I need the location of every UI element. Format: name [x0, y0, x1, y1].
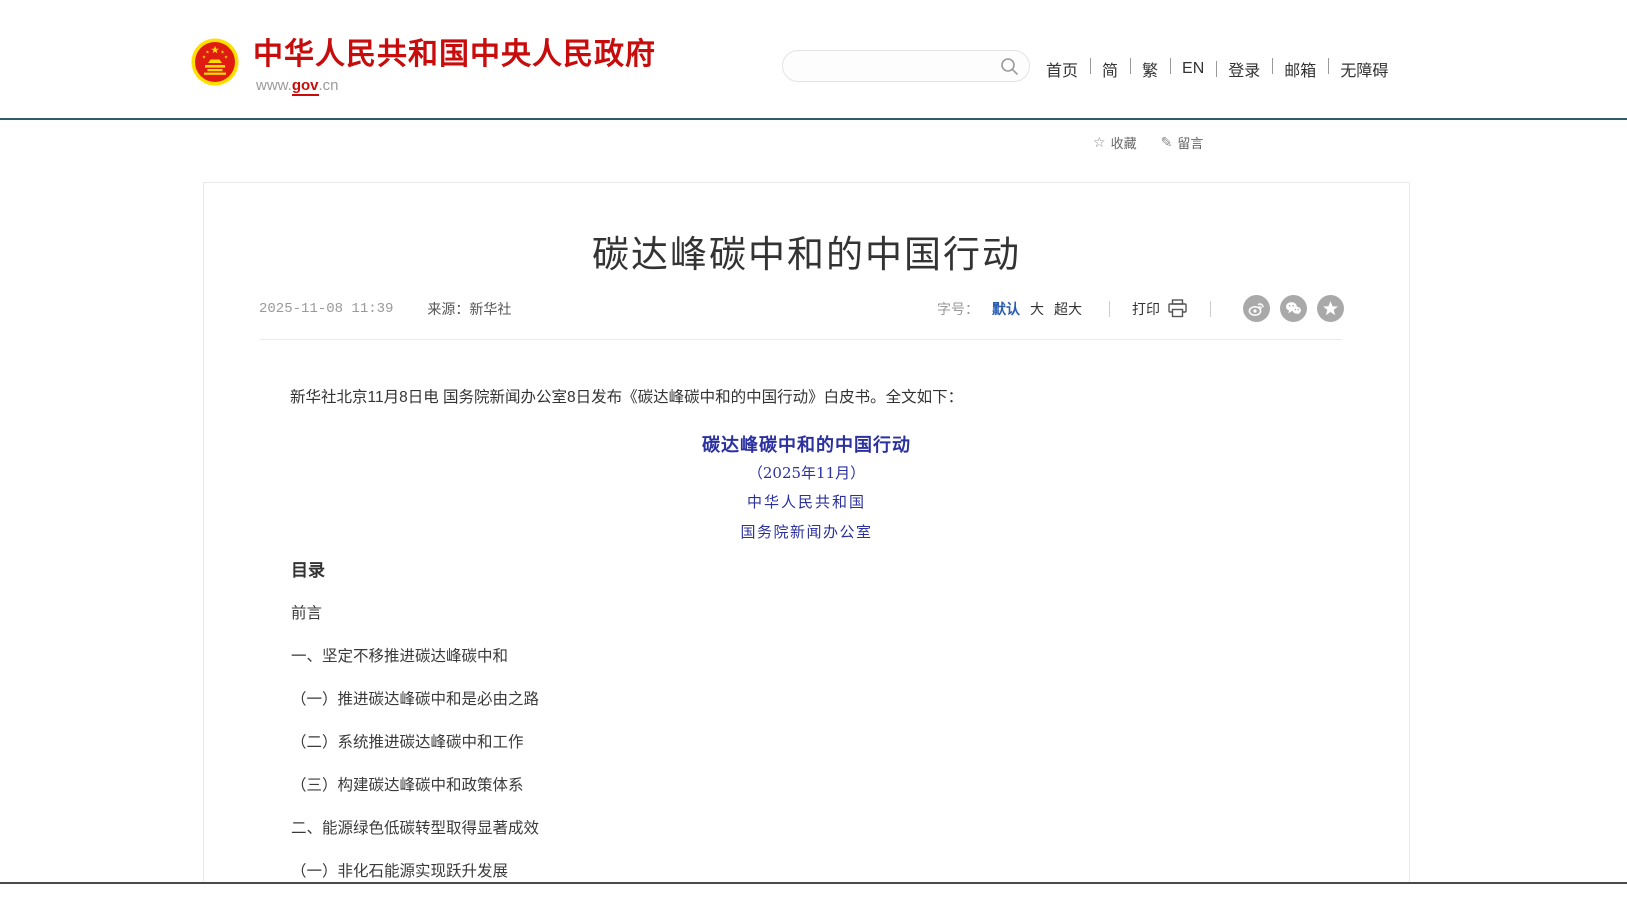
url-cn: .cn	[319, 77, 339, 94]
article-title: 碳达峰碳中和的中国行动	[204, 224, 1409, 278]
url-gov: gov	[292, 77, 319, 96]
article-source: 来源：新华社	[427, 299, 511, 319]
share-wechat-icon[interactable]	[1280, 295, 1307, 322]
document-org-line1: 中华人民共和国	[204, 491, 1409, 512]
nav-accessibility[interactable]: 无障碍	[1328, 57, 1400, 81]
page-actions: ☆ 收藏 ✎留言	[1093, 133, 1203, 152]
nav-login[interactable]: 登录	[1216, 57, 1272, 81]
publish-date: 2025-11-08 11:39	[259, 301, 393, 317]
nav-simplified[interactable]: 简	[1090, 57, 1130, 81]
font-size-label: 字号：	[937, 299, 979, 319]
site-logo[interactable]: 中华人民共和国中央人民政府 www.gov.cn	[191, 38, 656, 94]
url-www: www.	[256, 77, 292, 94]
search-input[interactable]	[783, 58, 1000, 74]
print-button[interactable]: 打印	[1132, 299, 1188, 319]
search-box	[782, 50, 1030, 82]
toc-item: （一）非化石能源实现跃升发展	[291, 864, 539, 880]
document-date: （2025年11月）	[204, 462, 1409, 483]
lead-paragraph: 新华社北京11月8日电 国务院新闻办公室8日发布《碳达峰碳中和的中国行动》白皮书…	[259, 386, 1342, 411]
document-title: 碳达峰碳中和的中国行动	[204, 431, 1409, 457]
page: 中华人民共和国中央人民政府 www.gov.cn 首页 简 繁 EN 登录 邮箱…	[0, 0, 1627, 915]
search-icon[interactable]	[1000, 57, 1019, 76]
top-nav: 首页 简 繁 EN 登录 邮箱 无障碍	[1046, 57, 1400, 81]
toc-item: 二、能源绿色低碳转型取得显著成效	[291, 821, 539, 837]
nav-mail[interactable]: 邮箱	[1272, 57, 1328, 81]
meta-separator	[259, 339, 1342, 340]
toc-item: （二）系统推进碳达峰碳中和工作	[291, 735, 539, 751]
print-label: 打印	[1132, 299, 1160, 319]
pencil-icon: ✎	[1161, 134, 1173, 151]
meta-divider	[1210, 301, 1211, 317]
toc-item: （三）构建碳达峰碳中和政策体系	[291, 778, 539, 794]
share-qzone-star-icon[interactable]	[1317, 295, 1344, 322]
site-url: www.gov.cn	[256, 77, 656, 94]
article-meta: 2025-11-08 11:39 来源：新华社 字号： 默认 大 超大 打印	[259, 295, 1344, 322]
table-of-contents: 目录 前言 一、坚定不移推进碳达峰碳中和 （一）推进碳达峰碳中和是必由之路 （二…	[291, 562, 539, 907]
star-icon: ☆	[1093, 134, 1106, 151]
nav-home[interactable]: 首页	[1046, 57, 1090, 81]
favorite-label: 收藏	[1111, 133, 1137, 152]
printer-icon	[1167, 299, 1188, 318]
share-weibo-icon[interactable]	[1243, 295, 1270, 322]
meta-divider	[1109, 301, 1110, 317]
toc-item: 一、坚定不移推进碳达峰碳中和	[291, 649, 539, 665]
toc-heading: 目录	[291, 562, 539, 579]
source-label: 来源：	[427, 301, 469, 317]
national-emblem-icon	[191, 38, 239, 86]
article-card: 碳达峰碳中和的中国行动 2025-11-08 11:39 来源：新华社 字号： …	[203, 182, 1410, 883]
nav-english[interactable]: EN	[1170, 60, 1216, 78]
header-divider	[0, 118, 1627, 120]
comment-label: 留言	[1177, 133, 1203, 152]
font-size-xlarge[interactable]: 超大	[1054, 299, 1082, 319]
toc-item: 前言	[291, 606, 539, 622]
document-org-line2: 国务院新闻办公室	[204, 521, 1409, 542]
comment-link[interactable]: ✎留言	[1161, 133, 1204, 152]
font-size-large[interactable]: 大	[1030, 299, 1044, 319]
nav-traditional[interactable]: 繁	[1130, 57, 1170, 81]
toc-item: （一）推进碳达峰碳中和是必由之路	[291, 692, 539, 708]
site-title: 中华人民共和国中央人民政府	[253, 38, 656, 72]
page-bottom-divider	[0, 882, 1627, 884]
source-value[interactable]: 新华社	[469, 301, 511, 317]
font-size-default[interactable]: 默认	[992, 299, 1020, 319]
favorite-link[interactable]: ☆ 收藏	[1093, 133, 1137, 152]
